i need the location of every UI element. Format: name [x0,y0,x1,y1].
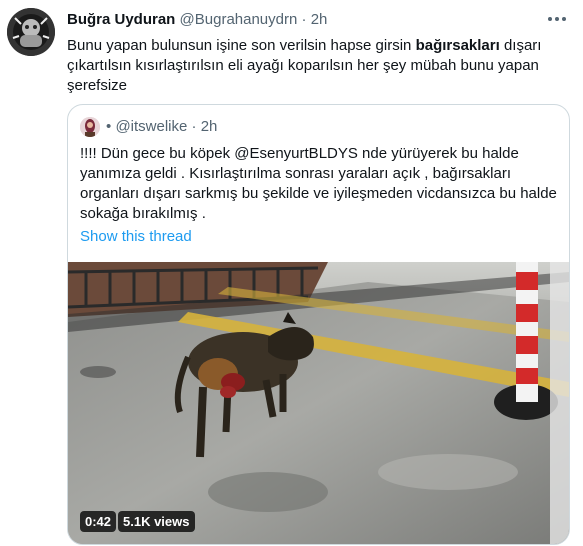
author-name[interactable]: Buğra Uyduran [67,11,175,28]
tweet-header: Buğra Uyduran @Bugrahanuydrn · 2h [67,11,327,29]
avatar-icon [7,8,55,56]
author-handle[interactable]: @Bugrahanuydrn [180,11,298,28]
quote-text-line: sokağa bırakılmış . [80,205,206,222]
quote-dot: · [191,118,197,135]
video-duration-badge: 0:42 [80,511,117,532]
author-avatar[interactable] [7,8,55,56]
video-views-badge: 5.1K views [118,511,195,532]
show-thread-link[interactable]: Show this thread [80,227,192,247]
quote-separator: • [106,118,112,135]
quote-avatar[interactable] [80,117,100,137]
quote-avatar-icon [80,117,100,137]
quoted-tweet[interactable]: • @itswelike · 2h !!!! Dün gece bu köpek… [67,104,570,545]
more-horizontal-icon [548,17,566,21]
separator-dot: · [301,11,307,28]
tweet-text: Bunu yapan bulunsun işine son verilsin h… [67,36,547,96]
more-options-button[interactable] [545,12,569,26]
video-player[interactable]: 0:42 5.1K views [68,262,569,544]
quote-time[interactable]: 2h [201,117,218,137]
quote-text-line: !!!! Dün gece bu köpek @EsenyurtBLDYS nd… [80,145,519,162]
video-frame [68,262,569,544]
quote-text: !!!! Dün gece bu köpek @EsenyurtBLDYS nd… [80,144,557,224]
tweet-text-bold: bağırsakları [415,37,500,54]
tweet-text-part: Bunu yapan bulunsun işine son verilsin h… [67,37,416,54]
quote-handle[interactable]: @itswelike [115,117,187,137]
quote-text-line: yanımıza geldi . Kısırlaştırılma sonrası… [80,165,511,182]
tweet-time[interactable]: 2h [311,11,328,28]
quote-text-line: organları dışarı sarkmış bu şekilde ve i… [80,185,557,202]
quote-header: • @itswelike · 2h [80,117,217,137]
